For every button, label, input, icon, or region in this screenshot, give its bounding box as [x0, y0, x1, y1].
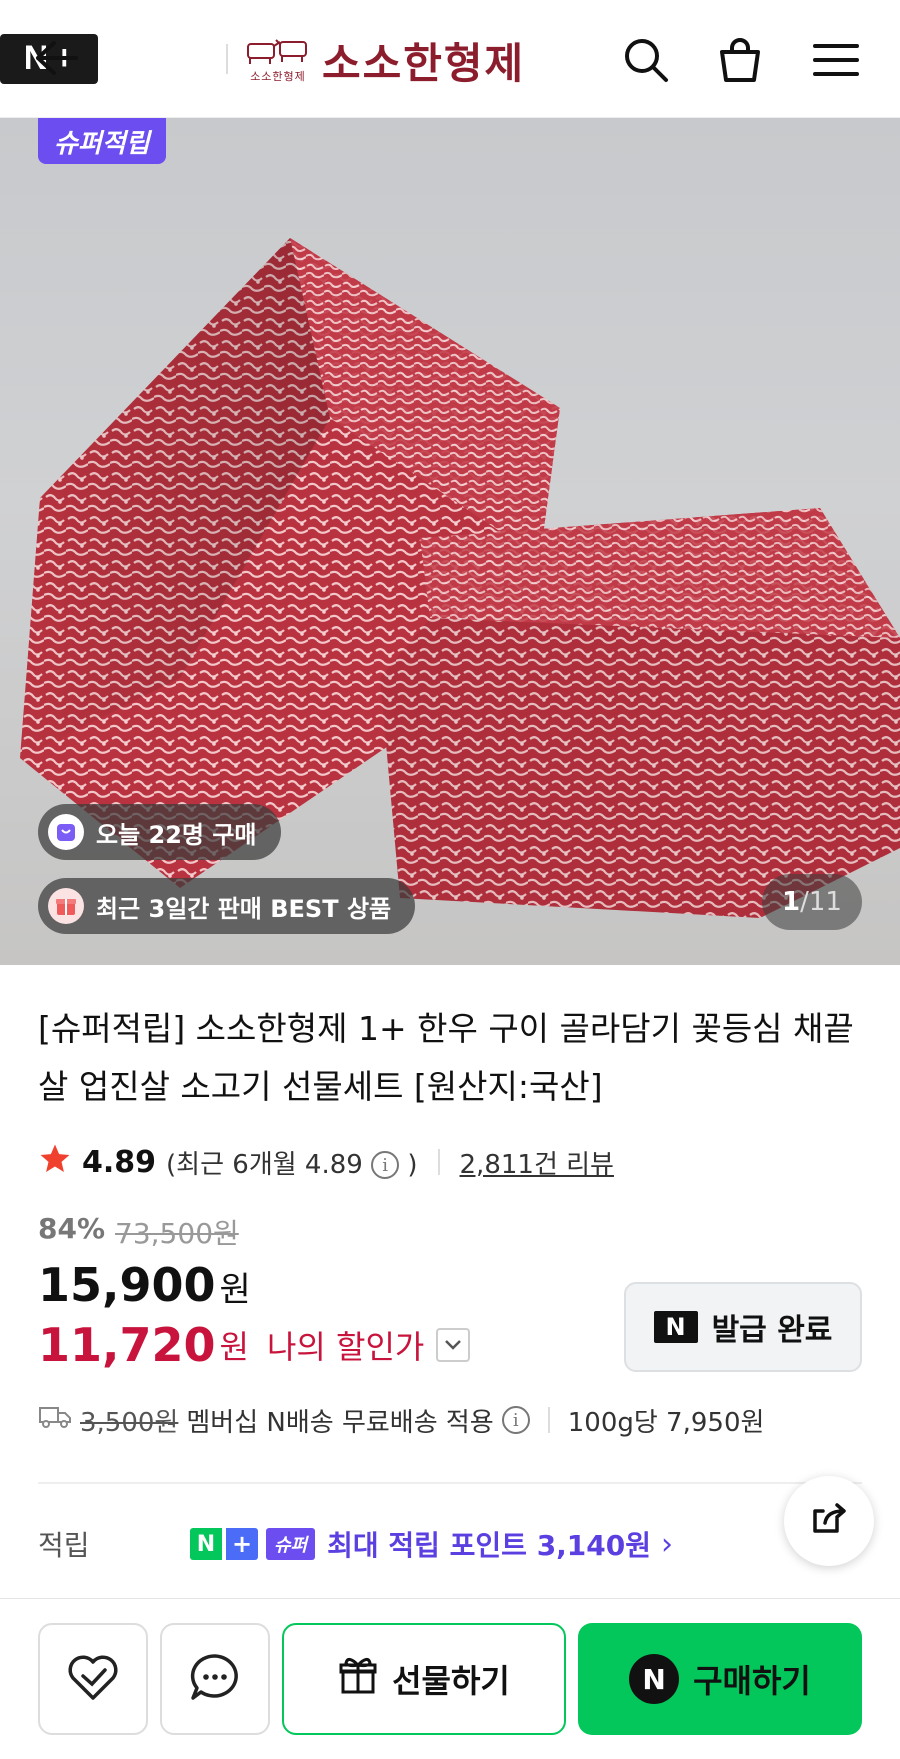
search-icon[interactable] — [616, 30, 676, 90]
share-icon — [807, 1497, 851, 1545]
share-button[interactable] — [784, 1476, 874, 1566]
chevron-down-icon[interactable] — [436, 1328, 471, 1362]
chat-bubble-icon — [189, 1652, 241, 1706]
sale-price: 15,900 원 — [38, 1258, 251, 1312]
sale-price-value: 15,900 — [38, 1258, 216, 1312]
product-image-carousel[interactable]: 슈퍼적립 오늘 22명 구매 최근 3일간 판매 BEST 상품 1 / 11 — [0, 118, 900, 965]
my-price-unit: 원 — [219, 1328, 249, 1366]
info-icon[interactable]: i — [371, 1151, 400, 1179]
recent-rating-text: (최근 6개월 4.89 — [166, 1149, 363, 1180]
back-arrow-icon[interactable] — [28, 30, 84, 86]
chat-button[interactable] — [160, 1623, 270, 1735]
badge-super: 슈퍼 — [266, 1528, 316, 1560]
best-seller-badge: 최근 3일간 판매 BEST 상품 — [38, 878, 416, 934]
gift-icon — [338, 1655, 378, 1703]
image-pager: 1 / 11 — [762, 874, 862, 930]
unit-price: 100g당 7,950원 — [567, 1407, 765, 1438]
brand-name: 소소한형제 — [322, 38, 526, 88]
bottom-action-bar: 선물하기 N 구매하기 — [0, 1598, 900, 1759]
recent-rating-close: ) — [407, 1149, 418, 1180]
info-icon[interactable]: i — [501, 1406, 530, 1434]
membership-badges: N + 슈퍼 — [190, 1528, 316, 1560]
rating-score: 4.89 — [82, 1144, 157, 1180]
best-seller-text: 최근 3일간 판매 BEST 상품 — [96, 894, 392, 923]
original-shipping-fee: 3,500원 — [80, 1407, 179, 1438]
my-price-label: 나의 할인가 — [266, 1328, 425, 1366]
coupon-issued-button[interactable]: N 발급 완료 — [624, 1282, 862, 1372]
points-row[interactable]: 적립 N + 슈퍼 최대 적립 포인트 3,140원 › — [38, 1520, 862, 1568]
purchase-bag-icon — [48, 814, 84, 850]
max-points-text: 최대 적립 포인트 3,140원 — [327, 1529, 652, 1562]
brand-logo[interactable]: 소소한형제 소소한형제 — [244, 30, 525, 90]
wishlist-button[interactable] — [38, 1623, 148, 1735]
section-divider — [38, 1482, 862, 1484]
brand-cattle-icon: 소소한형제 — [244, 33, 312, 87]
chevron-right-icon: › — [661, 1526, 674, 1562]
recent-rating: (최근 6개월 4.89 i ) — [166, 1144, 417, 1181]
buy-label: 구매하기 — [693, 1662, 811, 1700]
brand-small-text: 소소한형제 — [250, 70, 306, 83]
buy-button[interactable]: N 구매하기 — [578, 1623, 862, 1735]
naver-pay-icon: N — [629, 1654, 680, 1704]
points-label: 적립 — [38, 1529, 90, 1562]
naver-n-icon: N — [653, 1311, 698, 1343]
sale-price-unit: 원 — [219, 1270, 251, 1310]
discount-row: 84% 73,500원 — [38, 1212, 239, 1252]
menu-icon[interactable] — [806, 30, 866, 90]
pager-current: 1 — [782, 887, 801, 917]
original-price: 73,500원 — [115, 1217, 239, 1250]
pager-separator: / — [800, 887, 809, 917]
gift-box-icon — [48, 888, 84, 924]
delivery-truck-icon — [38, 1404, 72, 1437]
badge-plus: + — [226, 1528, 258, 1560]
my-price-value: 11,720 — [38, 1318, 216, 1372]
today-buyers-text: 오늘 22명 구매 — [96, 820, 257, 849]
review-count-link[interactable]: 2,811건 리뷰 — [460, 1144, 614, 1181]
gift-button[interactable]: 선물하기 — [282, 1623, 566, 1735]
rating-row: 4.89 (최근 6개월 4.89 i ) 2,811건 리뷰 — [38, 1140, 614, 1184]
my-discount-price: 11,720 원 나의 할인가 — [38, 1318, 471, 1372]
divider — [437, 1149, 440, 1175]
product-title: [슈퍼적립] 소소한형제 1+ 한우 구이 골라담기 꽃등심 채끝살 업진살 소… — [38, 1009, 854, 1106]
divider — [547, 1407, 550, 1433]
heart-check-icon — [65, 1652, 121, 1706]
shopping-bag-icon[interactable] — [710, 30, 770, 90]
discount-rate: 84% — [38, 1212, 106, 1245]
pager-total: 11 — [808, 887, 842, 917]
badge-n: N — [190, 1528, 222, 1560]
top-header: N + 소소한형제 소소한형제 — [0, 0, 900, 118]
coupon-button-label: 발급 완료 — [711, 1313, 833, 1348]
shipping-row: 3,500원 멤버십 N배송 무료배송 적용 i 100g당 7,950원 — [38, 1398, 764, 1442]
star-icon — [38, 1142, 72, 1183]
super-points-tag: 슈퍼적립 — [38, 118, 166, 164]
free-shipping-text: 멤버십 N배송 무료배송 적용 — [186, 1407, 494, 1438]
header-divider — [226, 44, 228, 74]
today-buyers-badge: 오늘 22명 구매 — [38, 804, 281, 860]
gift-label: 선물하기 — [392, 1662, 510, 1700]
